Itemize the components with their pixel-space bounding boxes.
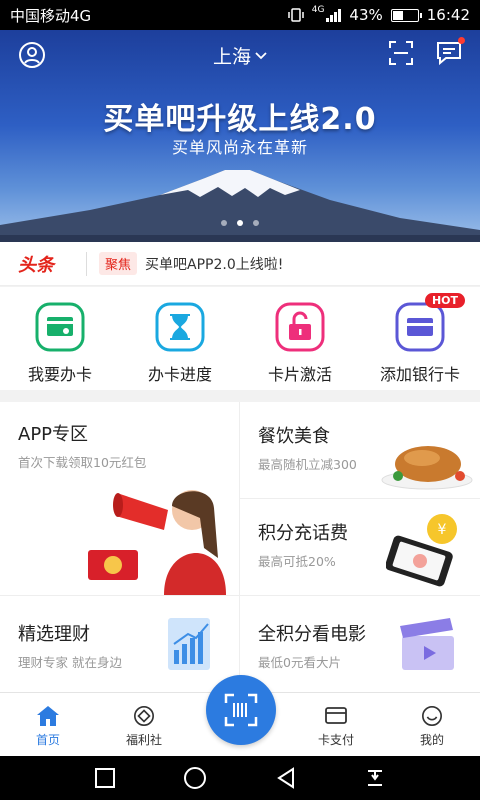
city-selector[interactable]: 上海 — [213, 42, 267, 69]
finance-card[interactable]: 精选理财 理财专家 就在身边 — [0, 596, 239, 692]
smile-icon — [422, 706, 442, 726]
headline-logo: 头条 — [18, 254, 54, 276]
nav-label: 首页 — [35, 733, 60, 747]
food-card[interactable]: 餐饮美食 最高随机立减300 — [240, 402, 480, 498]
battery-icon — [390, 8, 422, 22]
user-profile-icon[interactable] — [18, 41, 46, 69]
nav-label: 福利社 — [125, 733, 162, 747]
hourglass-icon — [155, 302, 205, 352]
home-circle-icon[interactable] — [183, 766, 207, 790]
carousel-dot[interactable] — [221, 220, 227, 226]
home-icon — [37, 706, 59, 726]
carousel-dot[interactable] — [237, 220, 243, 226]
message-button[interactable] — [436, 37, 465, 70]
roast-chicken-illustration — [381, 446, 473, 490]
carousel-dots[interactable] — [221, 220, 259, 226]
quick-action-label: 添加银行卡 — [379, 365, 460, 384]
network-label: 4G — [311, 5, 325, 15]
hot-badge: HOT — [424, 293, 465, 308]
banner-subtitle: 买单风尚永在革新 — [171, 138, 308, 157]
card-subtitle: 首次下载领取10元红包 — [18, 455, 147, 470]
back-icon[interactable] — [275, 767, 297, 789]
headline-tag: 聚焦 — [99, 252, 138, 275]
scan-pay-button[interactable] — [206, 675, 276, 745]
quick-action-apply-card[interactable]: 我要办卡 — [0, 287, 120, 390]
chevron-down-icon — [255, 51, 267, 59]
unlock-icon — [275, 302, 325, 352]
message-icon — [437, 42, 461, 66]
divider — [86, 251, 87, 276]
notification-pull-icon[interactable] — [364, 767, 386, 789]
unread-dot — [458, 37, 465, 44]
movie-card[interactable]: 全积分看电影 最低0元看大片 — [240, 596, 480, 692]
promo-girl-illustration — [88, 490, 226, 595]
headline-bar[interactable]: 头条 聚焦 买单吧APP2.0上线啦! — [0, 242, 480, 286]
nav-card-pay[interactable]: 卡支付 — [288, 693, 384, 756]
nav-home[interactable]: 首页 — [0, 693, 96, 756]
phone-coin-illustration: ¥ — [386, 514, 457, 587]
promo-banner[interactable]: 上海 买单吧升级上线2.0 买单风尚永在革新 — [0, 30, 480, 242]
card-title: APP专区 — [18, 424, 89, 445]
carousel-dot[interactable] — [253, 220, 259, 226]
growth-chart-icon — [168, 618, 210, 670]
svg-text:¥: ¥ — [438, 522, 447, 538]
quick-action-label: 我要办卡 — [27, 365, 92, 384]
card-pay-icon — [325, 707, 347, 724]
clapperboard-icon — [400, 618, 454, 670]
points-phone-card[interactable]: 积分充话费 最高可抵20% ¥ — [240, 499, 480, 595]
carrier-label: 中国移动4G — [10, 6, 92, 25]
card-apply-icon — [35, 302, 85, 352]
clock: 16:42 — [426, 6, 470, 24]
nav-welfare[interactable]: 福利社 — [96, 693, 192, 756]
add-card-icon — [395, 302, 445, 352]
vibrate-icon — [287, 8, 304, 22]
welfare-icon — [134, 706, 154, 726]
city-label: 上海 — [212, 46, 252, 68]
quick-action-progress[interactable]: 办卡进度 — [120, 287, 240, 390]
service-grid: APP专区 首次下载领取10元红包 餐饮美食 最高随机立减300 积分充话费 最… — [0, 402, 480, 692]
quick-action-label: 办卡进度 — [147, 365, 212, 384]
status-bar: 中国移动4G 4G 43% 16:42 — [0, 0, 480, 30]
quick-actions: 我要办卡 办卡进度 卡片激活 HOT 添加银行卡 — [0, 287, 480, 390]
nav-label: 卡支付 — [317, 733, 354, 747]
barcode-scan-icon — [224, 693, 258, 727]
nav-label: 我的 — [419, 733, 444, 747]
nav-mine[interactable]: 我的 — [384, 693, 480, 756]
quick-action-activate[interactable]: 卡片激活 — [240, 287, 360, 390]
system-nav-bar — [0, 756, 480, 800]
recents-icon[interactable] — [94, 767, 116, 789]
scan-qr-icon[interactable] — [388, 40, 414, 66]
signal-icon — [326, 8, 342, 22]
app-zone-card[interactable]: APP专区 首次下载领取10元红包 — [0, 402, 239, 595]
battery-percent: 43% — [349, 6, 383, 24]
quick-action-add-card[interactable]: HOT 添加银行卡 — [360, 287, 480, 390]
headline-text: 买单吧APP2.0上线啦! — [145, 256, 284, 273]
quick-action-label: 卡片激活 — [267, 365, 332, 384]
banner-title: 买单吧升级上线2.0 — [103, 102, 377, 137]
